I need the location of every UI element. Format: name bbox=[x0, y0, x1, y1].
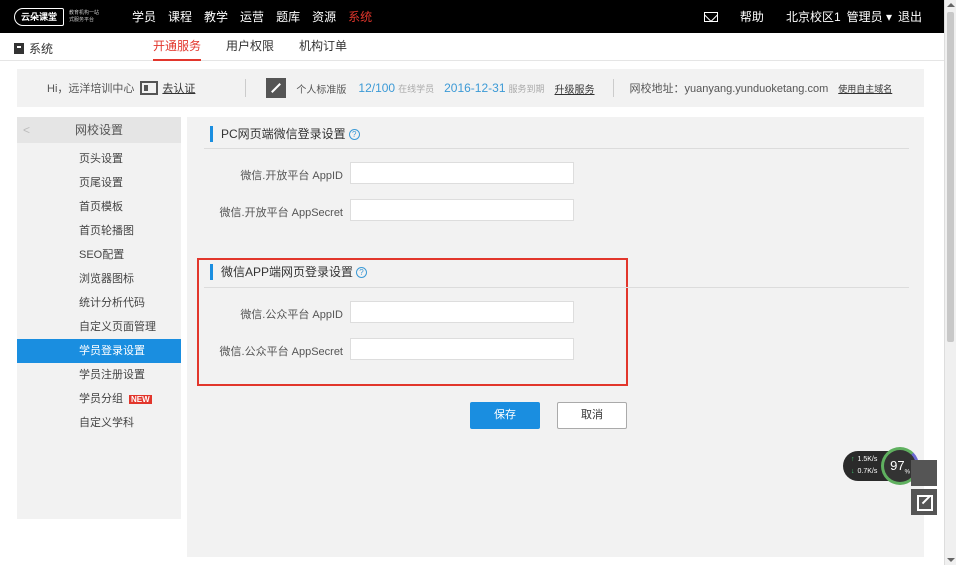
sidebar-item-custom-pages[interactable]: 自定义页面管理 bbox=[17, 315, 181, 339]
logo[interactable]: 云朵课堂 教育机构一站式服务平台 bbox=[14, 6, 99, 27]
help-icon[interactable]: ? bbox=[348, 129, 360, 141]
sidebar-item-footer-settings[interactable]: 页尾设置 bbox=[17, 171, 181, 195]
nav-resources[interactable]: 资源 bbox=[312, 8, 336, 25]
sidebar-item-student-register[interactable]: 学员注册设置 bbox=[17, 363, 181, 387]
pc-appid-input[interactable] bbox=[350, 162, 574, 184]
mail-icon[interactable] bbox=[703, 11, 718, 22]
edition-label: 个人标准版 bbox=[296, 84, 347, 96]
logout-link[interactable]: 退出 bbox=[898, 8, 922, 25]
student-count: 12/100 bbox=[358, 81, 396, 95]
pc-appsecret-label: 微信.开放平台 AppSecret bbox=[219, 207, 343, 219]
cancel-button[interactable]: 取消 bbox=[557, 402, 627, 429]
nav-question-bank[interactable]: 题库 bbox=[276, 8, 300, 25]
help-link[interactable]: 帮助 bbox=[740, 8, 764, 25]
sidebar-item-seo[interactable]: SEO配置 bbox=[17, 243, 181, 267]
download-speed: ↓ 0.7K/s bbox=[851, 468, 878, 475]
upload-speed: ↑ 1.5K/s bbox=[851, 456, 878, 463]
main-content: PC网页端微信登录设置? 微信.开放平台 AppID 微信.开放平台 AppSe… bbox=[187, 117, 924, 557]
top-navbar: 云朵课堂 教育机构一站式服务平台 学员 课程 教学 运营 题库 资源 系统 帮助… bbox=[0, 0, 944, 33]
save-button[interactable]: 保存 bbox=[470, 402, 540, 429]
campus-name: 北京校区1 bbox=[785, 10, 841, 24]
tab-open-service[interactable]: 开通服务 bbox=[153, 33, 202, 61]
tab-user-permissions[interactable]: 用户权限 bbox=[226, 33, 274, 61]
scroll-down-icon[interactable] bbox=[947, 558, 955, 562]
sidebar-item-header-settings[interactable]: 页头设置 bbox=[17, 147, 181, 171]
help-icon[interactable]: ? bbox=[356, 267, 368, 279]
up-arrow-icon: ↑ bbox=[851, 456, 855, 463]
pc-appid-label: 微信.开放平台 AppID bbox=[240, 170, 343, 182]
student-count-label: 在线学员 bbox=[398, 83, 435, 94]
expiry-label: 服务到期 bbox=[508, 83, 545, 94]
divider bbox=[612, 79, 614, 97]
section-title-text: PC网页端微信登录设置 bbox=[221, 127, 346, 141]
edition-icon bbox=[266, 78, 287, 98]
logo-tagline: 教育机构一站式服务平台 bbox=[69, 9, 100, 23]
new-badge: NEW bbox=[129, 394, 152, 404]
scroll-up-icon[interactable] bbox=[947, 3, 955, 7]
section-divider bbox=[204, 148, 909, 149]
upgrade-link[interactable]: 升级服务 bbox=[555, 81, 595, 96]
nav-students[interactable]: 学员 bbox=[132, 8, 156, 25]
nav-operations[interactable]: 运营 bbox=[240, 8, 264, 25]
sidebar-item-favicon[interactable]: 浏览器图标 bbox=[17, 267, 181, 291]
nav-system[interactable]: 系统 bbox=[348, 8, 372, 25]
chevron-left-icon[interactable]: < bbox=[23, 117, 30, 143]
system-text: 系统 bbox=[29, 42, 54, 56]
app-appid-label: 微信.公众平台 AppID bbox=[240, 309, 343, 321]
settings-sidebar: < 网校设置 页头设置 页尾设置 首页模板 首页轮播图 SEO配置 浏览器图标 … bbox=[17, 117, 181, 519]
verify-link[interactable]: 去认证 bbox=[162, 80, 195, 96]
nav-teaching[interactable]: 教学 bbox=[204, 8, 228, 25]
logo-mark: 云朵课堂 bbox=[14, 7, 64, 26]
section-title-app-wechat: 微信APP端网页登录设置? bbox=[210, 264, 368, 280]
down-arrow-icon: ↓ bbox=[851, 468, 855, 475]
chat-icon[interactable] bbox=[911, 460, 937, 486]
greeting: Hi，远洋培训中心 bbox=[47, 83, 135, 95]
edit-icon[interactable] bbox=[911, 489, 937, 515]
tab-org-orders[interactable]: 机构订单 bbox=[299, 33, 347, 61]
section-divider bbox=[204, 287, 909, 288]
sidebar-title: 网校设置 bbox=[74, 123, 123, 137]
sidebar-menu: 页头设置 页尾设置 首页模板 首页轮播图 SEO配置 浏览器图标 统计分析代码 … bbox=[17, 147, 181, 435]
main-nav: 学员 课程 教学 运营 题库 资源 系统 bbox=[132, 0, 384, 33]
app-appid-input[interactable] bbox=[350, 301, 574, 323]
nav-courses[interactable]: 课程 bbox=[168, 8, 192, 25]
building-icon bbox=[14, 43, 24, 54]
section-title-pc-wechat: PC网页端微信登录设置? bbox=[210, 126, 360, 142]
top-right-actions: 帮助 北京校区1 管理员 ▾ 退出 bbox=[703, 0, 922, 33]
sidebar-item-student-groups[interactable]: 学员分组 NEW bbox=[17, 387, 181, 411]
school-info-bar: Hi，远洋培训中心 去认证 个人标准版 12/100 在线学员 2016-12-… bbox=[17, 69, 924, 107]
custom-domain-link[interactable]: 使用自主域名 bbox=[838, 82, 892, 95]
school-url: 网校地址：yuanyang.yunduoketang.com bbox=[629, 83, 829, 95]
expiry-date: 2016-12-31 bbox=[444, 81, 506, 95]
sidebar-item-label: 学员分组 bbox=[79, 393, 123, 405]
pc-appsecret-input[interactable] bbox=[350, 199, 574, 221]
system-label: 系统 bbox=[14, 40, 53, 57]
sidebar-item-analytics-code[interactable]: 统计分析代码 bbox=[17, 291, 181, 315]
admin-dropdown[interactable]: 管理员 ▾ bbox=[847, 8, 892, 25]
sidebar-item-homepage-template[interactable]: 首页模板 bbox=[17, 195, 181, 219]
section-title-text: 微信APP端网页登录设置 bbox=[221, 265, 354, 279]
sidebar-item-student-login[interactable]: 学员登录设置 bbox=[17, 339, 181, 363]
app-appsecret-input[interactable] bbox=[350, 338, 574, 360]
sidebar-item-custom-subjects[interactable]: 自定义学科 bbox=[17, 411, 181, 435]
sidebar-header: < 网校设置 bbox=[17, 117, 181, 143]
scroll-thumb[interactable] bbox=[947, 12, 954, 342]
divider bbox=[245, 79, 247, 97]
id-card-icon bbox=[140, 81, 159, 95]
scrollbar[interactable] bbox=[944, 0, 956, 565]
app-appsecret-label: 微信.公众平台 AppSecret bbox=[219, 346, 343, 358]
sub-tabs: 开通服务 用户权限 机构订单 bbox=[153, 33, 372, 61]
sub-navbar: 系统 开通服务 用户权限 机构订单 bbox=[0, 33, 944, 61]
sidebar-item-homepage-carousel[interactable]: 首页轮播图 bbox=[17, 219, 181, 243]
